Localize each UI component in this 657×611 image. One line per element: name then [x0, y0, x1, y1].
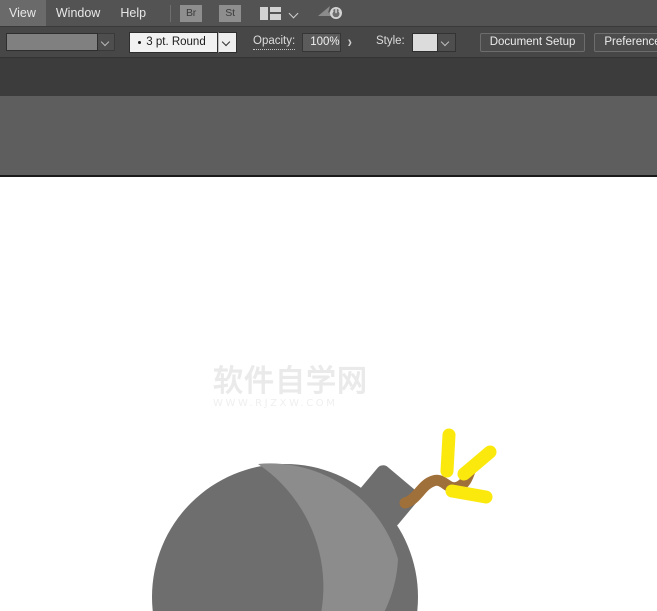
stroke-color-swatch[interactable] [6, 33, 98, 51]
brush-definition-dropdown[interactable] [218, 31, 237, 53]
menu-divider [170, 4, 172, 22]
artboard-canvas[interactable]: 软件自学网 WWW.RJZXW.COM [0, 179, 657, 611]
menu-bar: View Window Help Br St [0, 0, 657, 26]
menu-item-help[interactable]: Help [110, 0, 156, 26]
chevron-down-icon [442, 39, 451, 45]
bridge-button[interactable]: Br [180, 4, 203, 22]
graphic-style-control[interactable] [411, 32, 456, 52]
chevron-down-icon [223, 39, 232, 45]
illustrator-window: View Window Help Br St 3 pt. Round Opaci… [0, 0, 657, 611]
preferences-button[interactable]: Preferences [594, 32, 657, 52]
brush-definition-control[interactable]: 3 pt. Round [129, 31, 237, 53]
menu-item-view[interactable]: View [0, 0, 46, 26]
cc-power-icon[interactable] [317, 4, 343, 22]
style-label: Style: [375, 35, 405, 47]
stroke-color-dropdown[interactable] [98, 33, 115, 51]
brush-definition-field[interactable]: 3 pt. Round [129, 31, 218, 53]
document-setup-button[interactable]: Document Setup [479, 32, 586, 52]
chevron-right-icon[interactable]: › [348, 33, 352, 51]
stroke-color-control[interactable] [6, 33, 115, 51]
stock-button[interactable]: St [219, 4, 242, 22]
chevron-down-icon [102, 39, 111, 45]
graphic-style-dropdown[interactable] [437, 32, 456, 52]
bomb-sparks [440, 428, 497, 504]
control-bar: 3 pt. Round Opacity: 100% › Style: Docum… [0, 26, 657, 58]
menu-item-window[interactable]: Window [46, 0, 110, 26]
document-ruler-band [0, 96, 657, 177]
bomb-illustration[interactable] [0, 179, 657, 611]
opacity-input[interactable]: 100% [302, 32, 341, 52]
chevron-down-icon[interactable] [290, 10, 299, 16]
brush-definition-value: 3 pt. Round [146, 36, 206, 48]
document-tab-band [0, 58, 657, 96]
opacity-label[interactable]: Opacity: [253, 35, 296, 50]
workspace-layout-icon[interactable] [260, 6, 282, 20]
graphic-style-swatch[interactable] [411, 32, 438, 52]
